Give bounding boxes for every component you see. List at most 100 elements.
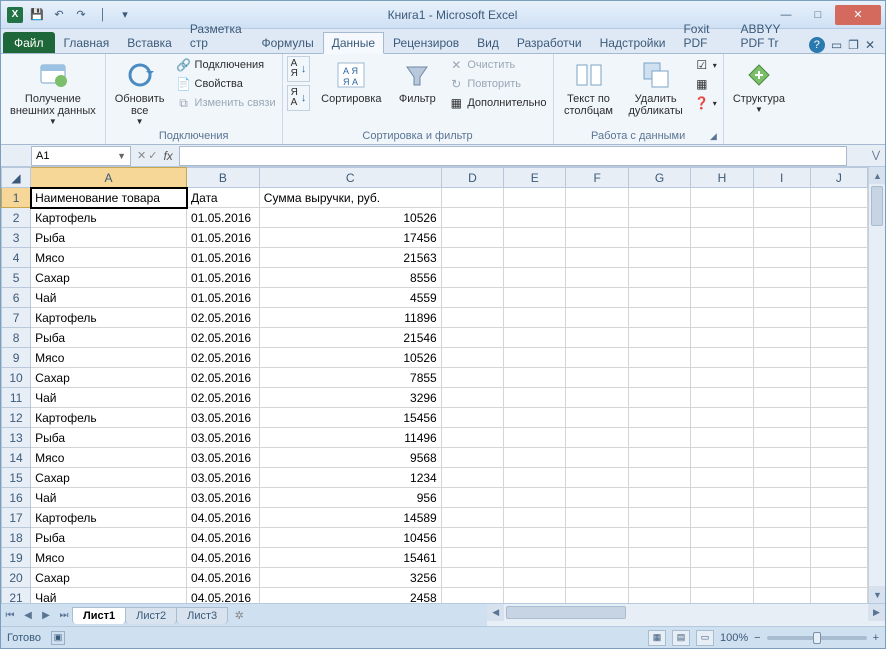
cell[interactable] [753, 188, 810, 208]
cell[interactable] [753, 328, 810, 348]
col-header-F[interactable]: F [566, 168, 628, 188]
col-header-D[interactable]: D [441, 168, 503, 188]
cell[interactable] [566, 368, 628, 388]
cell-C11[interactable]: 3296 [259, 388, 441, 408]
cell[interactable] [441, 188, 503, 208]
sort-asc-button[interactable]: АЯ↓ [287, 56, 311, 82]
cell-B3[interactable]: 01.05.2016 [187, 228, 260, 248]
cell[interactable] [566, 328, 628, 348]
cell[interactable] [566, 348, 628, 368]
cell-C17[interactable]: 14589 [259, 508, 441, 528]
scroll-right-icon[interactable]: ▶ [868, 604, 885, 621]
cell[interactable] [753, 508, 810, 528]
cell[interactable] [628, 248, 690, 268]
cell[interactable] [566, 228, 628, 248]
cell-C19[interactable]: 15461 [259, 548, 441, 568]
cell[interactable] [566, 548, 628, 568]
macro-record-icon[interactable]: ▣ [51, 631, 65, 645]
cell-B8[interactable]: 02.05.2016 [187, 328, 260, 348]
cell[interactable] [504, 248, 566, 268]
cell[interactable] [753, 288, 810, 308]
sheet-nav-next-icon[interactable]: ▶ [37, 610, 55, 621]
cell[interactable] [628, 328, 690, 348]
cell[interactable] [441, 328, 503, 348]
cell[interactable] [628, 288, 690, 308]
row-header-16[interactable]: 16 [2, 488, 31, 508]
cell[interactable] [691, 268, 753, 288]
get-external-data-button[interactable]: Получение внешних данных ▼ [5, 56, 101, 129]
dialog-launcher-icon[interactable]: ◢ [710, 131, 717, 142]
cell-A8[interactable]: Рыба [31, 328, 187, 348]
row-header-1[interactable]: 1 [2, 188, 31, 208]
cell[interactable] [691, 548, 753, 568]
cell[interactable] [628, 348, 690, 368]
cell[interactable] [691, 388, 753, 408]
cell[interactable] [810, 588, 867, 604]
cell[interactable] [441, 308, 503, 328]
row-header-13[interactable]: 13 [2, 428, 31, 448]
sheet-nav-first-icon[interactable]: ⏮ [1, 610, 19, 621]
cell[interactable] [566, 248, 628, 268]
cell-A17[interactable]: Картофель [31, 508, 187, 528]
cell[interactable] [441, 488, 503, 508]
cell[interactable] [628, 308, 690, 328]
cell-B6[interactable]: 01.05.2016 [187, 288, 260, 308]
cell[interactable] [441, 448, 503, 468]
cell-B15[interactable]: 03.05.2016 [187, 468, 260, 488]
sheet-tab-Лист2[interactable]: Лист2 [125, 607, 177, 624]
row-header-4[interactable]: 4 [2, 248, 31, 268]
advanced-filter-button[interactable]: ▦Дополнительно [446, 94, 548, 112]
cell[interactable] [504, 368, 566, 388]
mdi-close-icon[interactable]: ✕ [865, 38, 875, 52]
cell[interactable] [566, 588, 628, 604]
cell[interactable] [691, 228, 753, 248]
col-header-G[interactable]: G [628, 168, 690, 188]
cell[interactable] [753, 488, 810, 508]
cell-B21[interactable]: 04.05.2016 [187, 588, 260, 604]
cell-B11[interactable]: 02.05.2016 [187, 388, 260, 408]
cell-B17[interactable]: 04.05.2016 [187, 508, 260, 528]
cell-C16[interactable]: 956 [259, 488, 441, 508]
cell[interactable] [810, 288, 867, 308]
cell-A19[interactable]: Мясо [31, 548, 187, 568]
cell[interactable] [810, 308, 867, 328]
cell[interactable] [441, 528, 503, 548]
row-header-21[interactable]: 21 [2, 588, 31, 604]
row-header-6[interactable]: 6 [2, 288, 31, 308]
cell[interactable] [810, 568, 867, 588]
remove-duplicates-button[interactable]: Удалить дубликаты [624, 56, 688, 120]
cell[interactable] [566, 508, 628, 528]
row-header-5[interactable]: 5 [2, 268, 31, 288]
cell[interactable] [753, 548, 810, 568]
cell[interactable] [691, 368, 753, 388]
filter-button[interactable]: Фильтр [392, 56, 442, 108]
scroll-thumb[interactable] [506, 606, 626, 619]
tab-file[interactable]: Файл [3, 32, 55, 53]
cell-B5[interactable]: 01.05.2016 [187, 268, 260, 288]
cell[interactable] [810, 508, 867, 528]
redo-icon[interactable]: ↷ [71, 5, 91, 25]
cell[interactable] [566, 468, 628, 488]
tab-рецензиров[interactable]: Рецензиров [384, 32, 468, 53]
cell[interactable] [441, 368, 503, 388]
cell[interactable] [753, 408, 810, 428]
cell[interactable] [691, 468, 753, 488]
cell-A14[interactable]: Мясо [31, 448, 187, 468]
tab-разработчи[interactable]: Разработчи [508, 32, 591, 53]
cell[interactable] [810, 348, 867, 368]
tab-формулы[interactable]: Формулы [252, 32, 322, 53]
cell[interactable] [504, 188, 566, 208]
col-header-H[interactable]: H [691, 168, 753, 188]
row-header-14[interactable]: 14 [2, 448, 31, 468]
cell[interactable] [504, 588, 566, 604]
close-button[interactable]: ✕ [835, 5, 881, 25]
outline-button[interactable]: Структура ▼ [728, 56, 790, 117]
cell-C9[interactable]: 10526 [259, 348, 441, 368]
cell[interactable] [504, 408, 566, 428]
cell[interactable] [441, 388, 503, 408]
cell[interactable] [504, 348, 566, 368]
cell-grid[interactable]: ◢ABCDEFGHIJ1Наименование товараДатаСумма… [1, 167, 868, 603]
cell-C14[interactable]: 9568 [259, 448, 441, 468]
normal-view-button[interactable]: ▦ [648, 630, 666, 646]
cell-A11[interactable]: Чай [31, 388, 187, 408]
